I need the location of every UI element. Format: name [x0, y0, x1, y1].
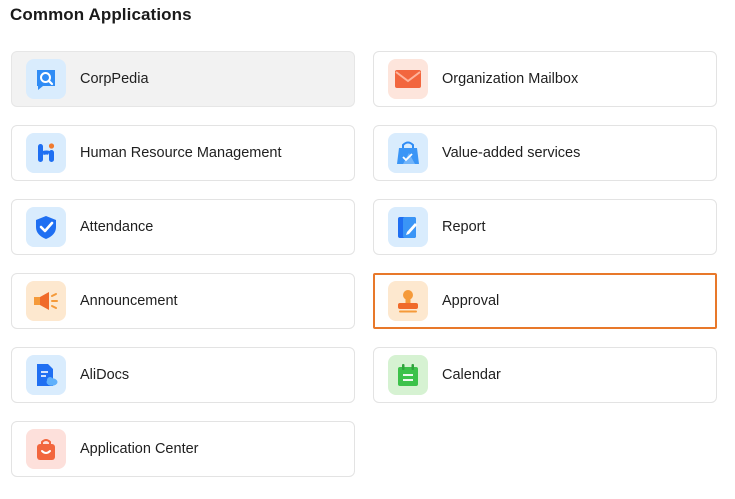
section-title: Common Applications [10, 5, 192, 24]
app-card-announcement[interactable]: Announcement [11, 273, 355, 329]
shield-check-icon [26, 207, 66, 247]
app-label: Organization Mailbox [442, 71, 579, 87]
app-card-human-resource-management[interactable]: Human Resource Management [11, 125, 355, 181]
app-card-alidocs[interactable]: AliDocs [11, 347, 355, 403]
app-card-corppedia[interactable]: CorpPedia [11, 51, 355, 107]
app-label: CorpPedia [80, 71, 149, 87]
calendar-icon [388, 355, 428, 395]
document-cloud-icon [26, 355, 66, 395]
mail-icon [388, 59, 428, 99]
app-label: Report [442, 219, 486, 235]
report-edit-icon [388, 207, 428, 247]
app-card-organization-mailbox[interactable]: Organization Mailbox [373, 51, 717, 107]
app-bag-icon [26, 429, 66, 469]
stamp-icon [388, 281, 428, 321]
app-label: Application Center [80, 441, 199, 457]
app-card-attendance[interactable]: Attendance [11, 199, 355, 255]
app-label: Attendance [80, 219, 154, 235]
shopping-bag-icon [388, 133, 428, 173]
hr-icon [26, 133, 66, 173]
app-card-value-added-services[interactable]: Value-added services [373, 125, 717, 181]
app-card-approval[interactable]: Approval [373, 273, 717, 329]
corppedia-icon [26, 59, 66, 99]
megaphone-icon [26, 281, 66, 321]
app-label: Calendar [442, 367, 501, 383]
app-label: Approval [442, 293, 500, 309]
app-label: Human Resource Management [80, 145, 282, 161]
app-label: Value-added services [442, 145, 581, 161]
app-card-application-center[interactable]: Application Center [11, 421, 355, 477]
app-card-report[interactable]: Report [373, 199, 717, 255]
app-label: AliDocs [80, 367, 130, 383]
app-card-calendar[interactable]: Calendar [373, 347, 717, 403]
app-label: Announcement [80, 293, 178, 309]
